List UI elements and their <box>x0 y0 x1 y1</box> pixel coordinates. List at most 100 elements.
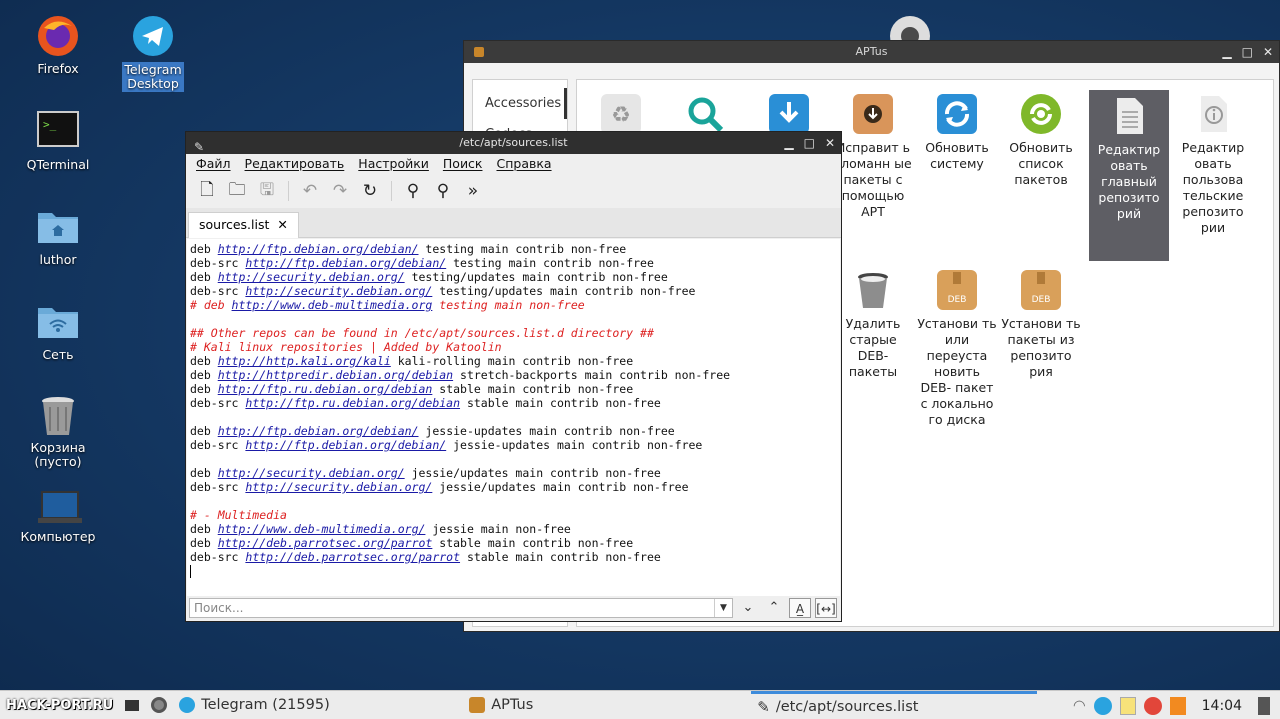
url-link[interactable]: http://security.debian.org/ <box>245 284 432 298</box>
svg-text:DEB: DEB <box>948 295 967 305</box>
telegram-tray-icon[interactable] <box>1093 696 1112 715</box>
url-link[interactable]: http://www.deb-multimedia.org <box>232 298 433 312</box>
desktop-icon-telegram[interactable]: Telegram Desktop <box>108 14 198 92</box>
maximize-icon[interactable]: □ <box>804 132 815 154</box>
search-bar: Поиск... ▼ ⌄ ⌃ A̲ [↔] <box>187 596 840 620</box>
url-link[interactable]: http://ftp.debian.org/debian/ <box>245 256 446 270</box>
open-folder-icon[interactable]: 🗀 <box>224 178 250 204</box>
code-line: ## Other repos can be found in /etc/apt/… <box>190 326 654 340</box>
desktop-icon-label: Компьютер <box>20 529 96 544</box>
desktop-icon-qterminal[interactable]: >_ QTerminal <box>13 110 103 172</box>
close-icon[interactable]: ✕ <box>825 132 835 154</box>
redo-icon[interactable]: ↷ <box>327 178 353 204</box>
app-remove-old-debs[interactable]: Удалить старые DEB- пакеты <box>833 264 913 380</box>
desktop-icon-home[interactable]: luthor <box>13 205 103 267</box>
desktop-icon-label: Firefox <box>37 61 79 76</box>
taskbar-item-aptus[interactable]: APTus <box>463 691 751 719</box>
code-line: deb-src http://deb.parrotsec.org/parrot … <box>190 550 661 564</box>
tab-close-icon[interactable]: ✕ <box>277 213 287 238</box>
save-icon[interactable]: 🖫 <box>254 178 280 204</box>
watermark: HACK-PORT.RU <box>6 697 114 713</box>
power-icon[interactable] <box>1258 696 1270 715</box>
refresh-list-icon <box>1021 94 1061 134</box>
wifi-icon[interactable]: ◠ <box>1073 698 1086 714</box>
undo-icon[interactable]: ↶ <box>297 178 323 204</box>
whole-word-icon[interactable]: [↔] <box>815 598 837 618</box>
app-install-repo-packages[interactable]: DEB Установи ть пакеты из репозито рия <box>1001 264 1081 380</box>
url-link[interactable]: http://ftp.ru.debian.org/debian <box>218 382 433 396</box>
desktop-icon-label: luthor <box>39 252 77 267</box>
show-desktop-icon[interactable] <box>119 691 145 719</box>
url-link[interactable]: http://ftp.debian.org/debian/ <box>245 438 446 452</box>
code-line: deb http://security.debian.org/ testing/… <box>190 270 668 284</box>
app-label: Редактир овать пользова тельские репозит… <box>1181 140 1245 235</box>
desktop-icon-trash[interactable]: Корзина (пусто) <box>13 393 103 469</box>
aptus-titlebar[interactable]: APTus ▁ □ ✕ <box>464 41 1279 63</box>
more-chevron-icon[interactable]: » <box>460 178 486 204</box>
desktop-icon-label: QTerminal <box>26 157 90 172</box>
app-label: Редактир овать главный репозито рий <box>1097 142 1161 221</box>
taskbar-item-label: Telegram (21595) <box>201 697 330 713</box>
app-label: Обновить систему <box>925 140 989 171</box>
app-install-local-deb[interactable]: DEB Установи ть или переуста новить DEB-… <box>917 264 997 428</box>
code-line: deb-src http://ftp.debian.org/debian/ te… <box>190 256 654 270</box>
menu-edit[interactable]: Редактировать <box>239 154 351 174</box>
reload-icon[interactable]: ↻ <box>357 178 383 204</box>
editor-titlebar[interactable]: ✎ /etc/apt/sources.list ▁ □ ✕ <box>186 132 841 154</box>
app-fix-packages[interactable]: Исправит ь сломанн ые пакеты с помощью A… <box>833 88 913 220</box>
app-edit-user-repos[interactable]: Редактир овать пользова тельские репозит… <box>1173 88 1253 236</box>
app-edit-main-repo[interactable]: Редактир овать главный репозито рий <box>1089 90 1169 261</box>
menu-settings[interactable]: Настройки <box>352 154 435 174</box>
match-case-icon[interactable]: A̲ <box>789 598 811 618</box>
url-link[interactable]: http://ftp.debian.org/debian/ <box>218 424 419 438</box>
clock: 14:04 <box>1201 697 1242 714</box>
desktop-icon-computer[interactable]: Компьютер <box>13 490 103 544</box>
clipboard-tray-icon[interactable] <box>1143 696 1162 715</box>
search-input[interactable]: Поиск... ▼ <box>189 598 733 618</box>
url-link[interactable]: http://www.deb-multimedia.org/ <box>218 522 426 536</box>
maximize-icon[interactable]: □ <box>1242 41 1253 63</box>
app-update-system[interactable]: Обновить систему <box>917 88 997 172</box>
app-update-list[interactable]: Обновить список пакетов <box>1001 88 1081 188</box>
find-replace-icon[interactable]: ⚲ <box>430 178 456 204</box>
menu-help[interactable]: Справка <box>490 154 557 174</box>
url-link[interactable]: http://security.debian.org/ <box>245 480 432 494</box>
toolbar-separator <box>391 181 392 201</box>
find-prev-chevron-up-icon[interactable]: ⌃ <box>763 598 785 618</box>
search-history-dropdown-icon[interactable]: ▼ <box>714 599 732 617</box>
editor-window[interactable]: ✎ /etc/apt/sources.list ▁ □ ✕ Файл Редак… <box>185 131 842 622</box>
text-editor[interactable]: deb http://ftp.debian.org/debian/ testin… <box>187 239 840 599</box>
find-icon[interactable]: ⚲ <box>400 178 426 204</box>
url-link[interactable]: http://http.kali.org/kali <box>218 354 391 368</box>
desktop-icon-network[interactable]: Сеть <box>13 300 103 362</box>
code-line: deb http://www.deb-multimedia.org/ jessi… <box>190 522 571 536</box>
url-link[interactable]: http://security.debian.org/ <box>218 270 405 284</box>
url-link[interactable]: http://deb.parrotsec.org/parrot <box>218 536 433 550</box>
url-link[interactable]: http://security.debian.org/ <box>218 466 405 480</box>
minimize-icon[interactable]: ▁ <box>784 132 793 154</box>
tab-sources-list[interactable]: sources.list ✕ <box>188 212 299 238</box>
notes-tray-icon[interactable] <box>1119 696 1136 715</box>
code-line: # Kali linux repositories | Added by Kat… <box>190 340 502 354</box>
url-link[interactable]: http://ftp.debian.org/debian/ <box>218 242 419 256</box>
taskbar-item-editor[interactable]: ✎ /etc/apt/sources.list <box>751 690 1038 719</box>
aptus-window-icon <box>474 47 484 57</box>
new-file-icon[interactable]: 🗋 <box>194 178 220 204</box>
url-link[interactable]: http://httpredir.debian.org/debian <box>218 368 453 382</box>
code-line: # deb http://www.deb-multimedia.org test… <box>190 298 585 312</box>
trash-icon <box>36 393 80 437</box>
category-accessories[interactable]: Accessories <box>473 88 567 119</box>
close-icon[interactable]: ✕ <box>1263 41 1273 63</box>
chrome-launcher-icon[interactable] <box>145 691 173 719</box>
url-link[interactable]: http://ftp.ru.debian.org/debian <box>245 396 460 410</box>
desktop-icon-label: Сеть <box>42 347 74 362</box>
svg-text:DEB: DEB <box>1032 295 1051 305</box>
find-next-chevron-down-icon[interactable]: ⌄ <box>737 598 759 618</box>
package-tray-icon[interactable] <box>1169 696 1186 715</box>
url-link[interactable]: http://deb.parrotsec.org/parrot <box>245 550 460 564</box>
menu-search[interactable]: Поиск <box>437 154 489 174</box>
minimize-icon[interactable]: ▁ <box>1222 41 1231 63</box>
code-line: deb-src http://security.debian.org/ jess… <box>190 480 689 494</box>
taskbar-item-telegram[interactable]: Telegram (21595) <box>173 691 463 719</box>
desktop-icon-firefox[interactable]: Firefox <box>13 14 103 76</box>
